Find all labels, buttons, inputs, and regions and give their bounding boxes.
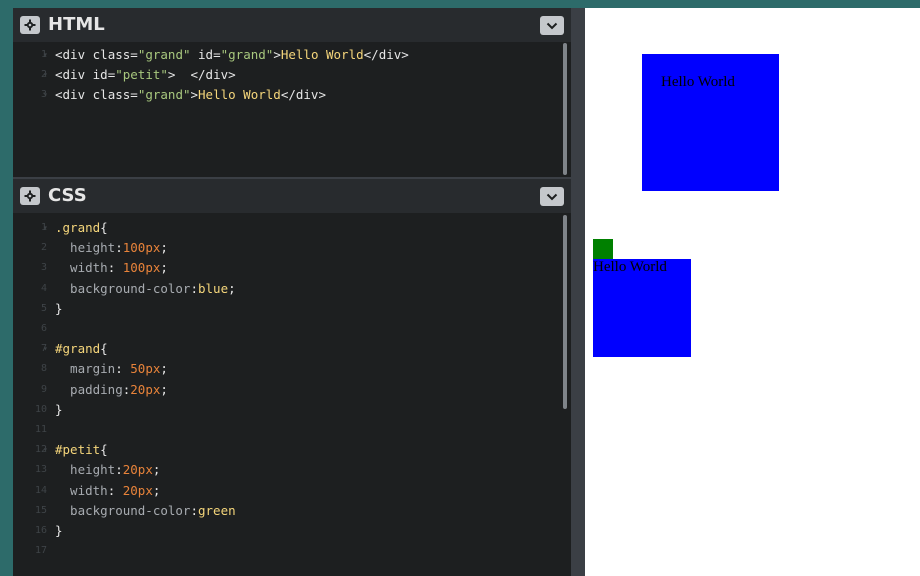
code-line[interactable]: 11 (13, 420, 561, 440)
code-text: #petit{ (55, 442, 108, 458)
code-line[interactable]: 17 (13, 541, 561, 561)
code-text: <div class="grand">Hello World</div> (55, 87, 326, 103)
fold-arrow-icon[interactable]: ▾ (43, 440, 48, 460)
css-settings-button[interactable] (20, 187, 40, 205)
html-editor-panel: HTML 1 ▾ <div class="grand" id="grand">Hel… (13, 8, 571, 177)
code-line[interactable]: 2 height:100px; (13, 238, 561, 258)
code-text: #grand{ (55, 341, 108, 357)
code-line[interactable]: 14 width: 20px; (13, 481, 561, 501)
code-text: height:20px; (55, 462, 161, 478)
code-text: height:100px; (55, 240, 168, 256)
line-number: 6 (40, 323, 47, 334)
fold-arrow-icon[interactable]: ▾ (43, 45, 48, 65)
code-text: background-color:green (55, 502, 236, 518)
code-text: } (55, 523, 63, 538)
fold-arrow-icon[interactable]: ▾ (43, 65, 48, 85)
code-line[interactable]: 1 ▾ .grand{ (13, 218, 561, 238)
preview-grand-box: Hello World (642, 54, 779, 191)
css-scrollbar[interactable] (563, 215, 567, 409)
code-text: } (55, 401, 63, 417)
line-number: 4 (40, 282, 47, 294)
line-number: 3 (40, 262, 47, 274)
code-text: <div id="petit"> </div> (55, 67, 236, 83)
chevron-down-icon (546, 193, 558, 200)
html-panel-title: HTML (48, 14, 105, 35)
line-number: 8 (40, 363, 47, 375)
code-text: width: 100px; (55, 260, 168, 276)
html-scrollbar[interactable] (563, 43, 567, 175)
line-number: 5 (40, 302, 47, 314)
pane-splitter[interactable] (571, 8, 585, 576)
code-line[interactable]: 16} (13, 521, 561, 541)
html-collapse-button[interactable] (540, 16, 564, 35)
code-text: <div class="grand" id="grand">Hello Worl… (55, 47, 409, 62)
fold-arrow-icon[interactable]: ▾ (43, 85, 48, 105)
css-editor-panel: CSS 1 ▾ .grand{2 height:100px; 3 width: 100… (13, 179, 571, 576)
code-line[interactable]: 2 ▾ <div id="petit"> </div> (13, 65, 561, 85)
preview-petit-box (593, 239, 613, 259)
code-line[interactable]: 7 ▾ #grand{ (13, 339, 561, 359)
code-line[interactable]: 13 height:20px; (13, 460, 561, 480)
gear-icon (24, 19, 36, 31)
html-settings-button[interactable] (20, 16, 40, 34)
result-preview: Hello World Hello World (585, 8, 920, 576)
code-line[interactable]: 3 ▾ <div class="grand">Hello World</div> (13, 85, 561, 105)
code-line[interactable]: 12 ▾ #petit{ (13, 440, 561, 460)
code-text: background-color:blue; (55, 280, 236, 296)
line-number: 13 (34, 464, 47, 476)
code-line[interactable]: 1 ▾ <div class="grand" id="grand">Hello Wo… (13, 45, 561, 65)
css-code-editor[interactable]: 1 ▾ .grand{2 height:100px; 3 width: 100px; 4… (13, 218, 571, 576)
preview-grand-box-2: Hello World (593, 259, 691, 357)
line-number: 10 (34, 403, 47, 415)
line-number: 16 (34, 525, 47, 536)
chevron-down-icon (546, 22, 558, 29)
css-panel-header: CSS (13, 179, 571, 213)
css-panel-title: CSS (48, 185, 87, 206)
html-panel-header: HTML (13, 8, 571, 42)
html-code-editor[interactable]: 1 ▾ <div class="grand" id="grand">Hello Wo… (13, 45, 571, 177)
code-line[interactable]: 15 background-color:green (13, 501, 561, 521)
code-line[interactable]: 9 padding:20px; (13, 380, 561, 400)
code-text: width: 20px; (55, 482, 161, 498)
code-line[interactable]: 8 margin: 50px; (13, 359, 561, 379)
line-number: 14 (34, 484, 47, 496)
code-text: } (55, 300, 63, 316)
fold-arrow-icon[interactable]: ▾ (43, 218, 48, 238)
code-line[interactable]: 10} (13, 400, 561, 420)
preview-hello-world-text: Hello World (661, 74, 735, 90)
code-line[interactable]: 3 width: 100px; (13, 258, 561, 278)
gear-icon (24, 190, 36, 202)
code-text: margin: 50px; (55, 361, 168, 377)
code-text: padding:20px; (55, 381, 168, 397)
code-line[interactable]: 6 (13, 319, 561, 339)
line-number: 15 (34, 504, 47, 516)
line-number: 17 (34, 545, 47, 557)
code-text: .grand{ (55, 220, 108, 235)
line-number: 11 (34, 424, 47, 435)
fold-arrow-icon[interactable]: ▾ (43, 339, 48, 359)
css-collapse-button[interactable] (540, 187, 564, 206)
line-number: 9 (40, 383, 47, 395)
editor-column: HTML 1 ▾ <div class="grand" id="grand">Hel… (13, 8, 571, 576)
code-line[interactable]: 5} (13, 299, 561, 319)
code-line[interactable]: 4 background-color:blue; (13, 279, 561, 299)
line-number: 2 (40, 242, 47, 254)
preview-hello-world-text-2: Hello World (593, 259, 667, 275)
